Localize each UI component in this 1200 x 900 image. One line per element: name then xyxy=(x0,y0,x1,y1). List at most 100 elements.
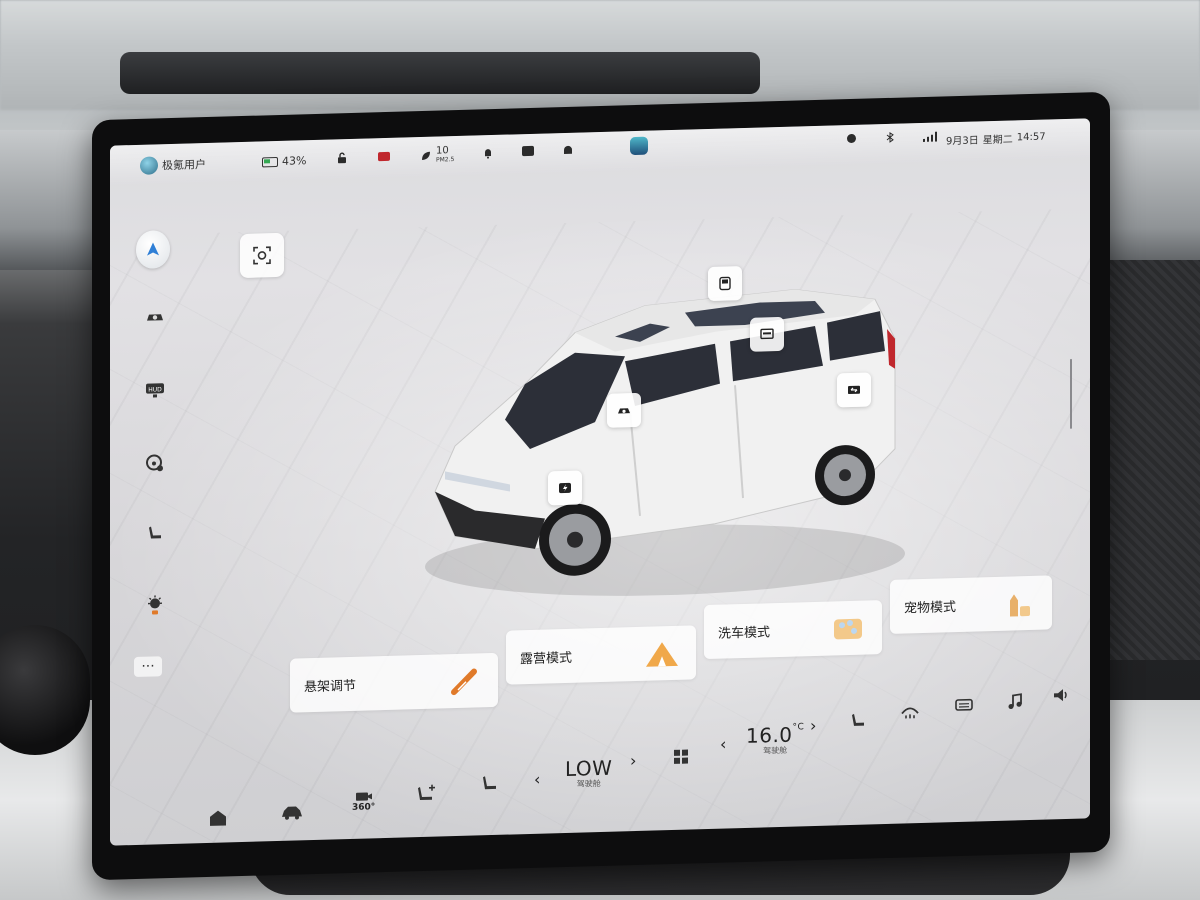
card-label: 露营模式 xyxy=(520,650,573,667)
view-reset-button[interactable] xyxy=(240,232,284,279)
seat-button[interactable] xyxy=(138,516,172,551)
app-icon xyxy=(630,136,648,156)
rear-screen-icon xyxy=(760,328,774,340)
fan-increase[interactable]: › xyxy=(630,751,636,770)
lock-status[interactable] xyxy=(336,152,348,164)
rear-defrost-button[interactable] xyxy=(954,698,974,713)
suspension-card[interactable]: 悬架调节 xyxy=(290,652,498,713)
battery-status: 43% xyxy=(262,154,306,168)
air-vent xyxy=(120,52,760,94)
fan-speed-label: 驾驶舱 xyxy=(576,778,601,789)
vehicle-button[interactable] xyxy=(280,804,304,821)
more-icon: ··· xyxy=(141,658,155,675)
light-button[interactable] xyxy=(138,588,172,623)
temperature-label: 驾驶舱 xyxy=(763,745,788,756)
temp-increase[interactable]: › xyxy=(810,716,816,735)
seat-heat-button[interactable] xyxy=(850,711,868,730)
home-icon xyxy=(210,810,226,826)
fan-speed-value: LOW xyxy=(565,755,613,781)
camping-card[interactable]: 露营模式 xyxy=(506,625,696,685)
car-camera-button[interactable] xyxy=(138,300,172,335)
temperature-unit: °C xyxy=(792,722,805,733)
scroll-indicator[interactable] xyxy=(1070,358,1072,429)
defrost-icon xyxy=(901,707,919,719)
status-icons-right xyxy=(846,131,937,145)
defrost-button[interactable] xyxy=(900,703,920,720)
more-button[interactable]: ··· xyxy=(134,656,162,678)
chevron-right-icon: › xyxy=(630,750,637,771)
volume-button[interactable] xyxy=(1052,687,1070,704)
infotainment-screen: 极氪用户 43% 10 PM2.5 9月3日 星期二 14:57 HUD ···… xyxy=(110,118,1090,846)
rear-screen-button[interactable] xyxy=(750,316,784,352)
temp-decrease[interactable]: ‹ xyxy=(720,734,726,753)
user-name: 极氪用户 xyxy=(162,158,206,173)
avatar xyxy=(140,156,158,175)
volume-icon xyxy=(1054,689,1067,702)
grid-status-icon xyxy=(522,145,534,157)
camera-360-label: 360° xyxy=(352,802,376,813)
date: 9月3日 xyxy=(946,135,979,148)
steering-wheel-button[interactable] xyxy=(138,446,172,481)
apps-grid-icon xyxy=(674,749,688,764)
vehicle-3d-model[interactable] xyxy=(415,268,915,612)
rear-defrost-icon xyxy=(955,698,973,711)
music-note-icon xyxy=(1008,693,1022,710)
fan-decrease[interactable]: ‹ xyxy=(534,770,540,789)
car-icon xyxy=(282,806,302,820)
battery-percent: 43% xyxy=(282,154,307,168)
car-wash-icon xyxy=(834,618,862,640)
user-profile[interactable]: 极氪用户 xyxy=(140,155,206,175)
door-icon xyxy=(848,385,860,395)
navigation-arrow-icon xyxy=(136,230,170,269)
navigation-button[interactable] xyxy=(136,230,170,269)
camera-360-button[interactable]: 360° xyxy=(352,790,375,813)
seat-heat-status[interactable] xyxy=(522,145,534,157)
unlock-icon xyxy=(338,152,346,164)
hud-icon: HUD xyxy=(146,383,164,398)
dashcam-status[interactable] xyxy=(378,151,390,162)
left-quick-bar: HUD ··· xyxy=(128,224,188,726)
chevron-left-icon: ‹ xyxy=(534,769,541,789)
card-label: 洗车模式 xyxy=(718,624,771,642)
cabin-temperature: 16.0°C 驾驶舱 xyxy=(746,722,804,757)
notification-status[interactable] xyxy=(482,147,494,159)
hud-button[interactable]: HUD xyxy=(138,372,172,407)
light-icon xyxy=(148,595,162,615)
home-button[interactable] xyxy=(208,808,228,827)
leaf-icon xyxy=(422,151,430,160)
apps-button[interactable] xyxy=(672,747,690,766)
camera-360-icon xyxy=(355,792,372,801)
charge-port-icon xyxy=(559,482,571,494)
charge-port-button[interactable] xyxy=(548,470,582,506)
svg-text:HUD: HUD xyxy=(148,386,162,393)
seat-heat-icon xyxy=(852,713,864,726)
battery-icon xyxy=(262,156,278,167)
pet-mode-card[interactable]: 宠物模式 xyxy=(890,575,1052,634)
seat-adjust-button[interactable] xyxy=(480,773,500,794)
sliding-door-button[interactable] xyxy=(837,372,871,408)
seat-add-icon xyxy=(418,784,435,801)
bell-icon xyxy=(485,149,491,159)
dashboard-speaker-grille xyxy=(1100,260,1200,660)
time: 14:57 xyxy=(1016,131,1046,144)
alarm-status[interactable] xyxy=(562,143,574,155)
car-camera-icon xyxy=(147,314,163,321)
fan-speed: LOW 驾驶舱 xyxy=(565,756,612,790)
dashcam-icon xyxy=(378,151,390,162)
sunroof-button[interactable] xyxy=(708,266,742,301)
mirror-camera-icon xyxy=(618,408,630,414)
app-shortcut[interactable] xyxy=(630,136,648,156)
mirror-button[interactable] xyxy=(607,392,641,428)
music-button[interactable] xyxy=(1006,692,1024,711)
seat-add-button[interactable] xyxy=(416,783,438,804)
chevron-right-icon: › xyxy=(810,715,817,736)
pm25-label: PM2.5 xyxy=(436,156,455,164)
pm25-status: 10 PM2.5 xyxy=(420,145,455,165)
car-wash-card[interactable]: 洗车模式 xyxy=(704,600,882,660)
siren-icon xyxy=(564,145,572,155)
bluetooth-icon xyxy=(886,131,894,143)
card-label: 悬架调节 xyxy=(304,678,357,695)
clock: 9月3日 星期二 14:57 xyxy=(946,130,1046,148)
sunroof-icon xyxy=(719,276,731,291)
card-label: 宠物模式 xyxy=(904,599,957,617)
